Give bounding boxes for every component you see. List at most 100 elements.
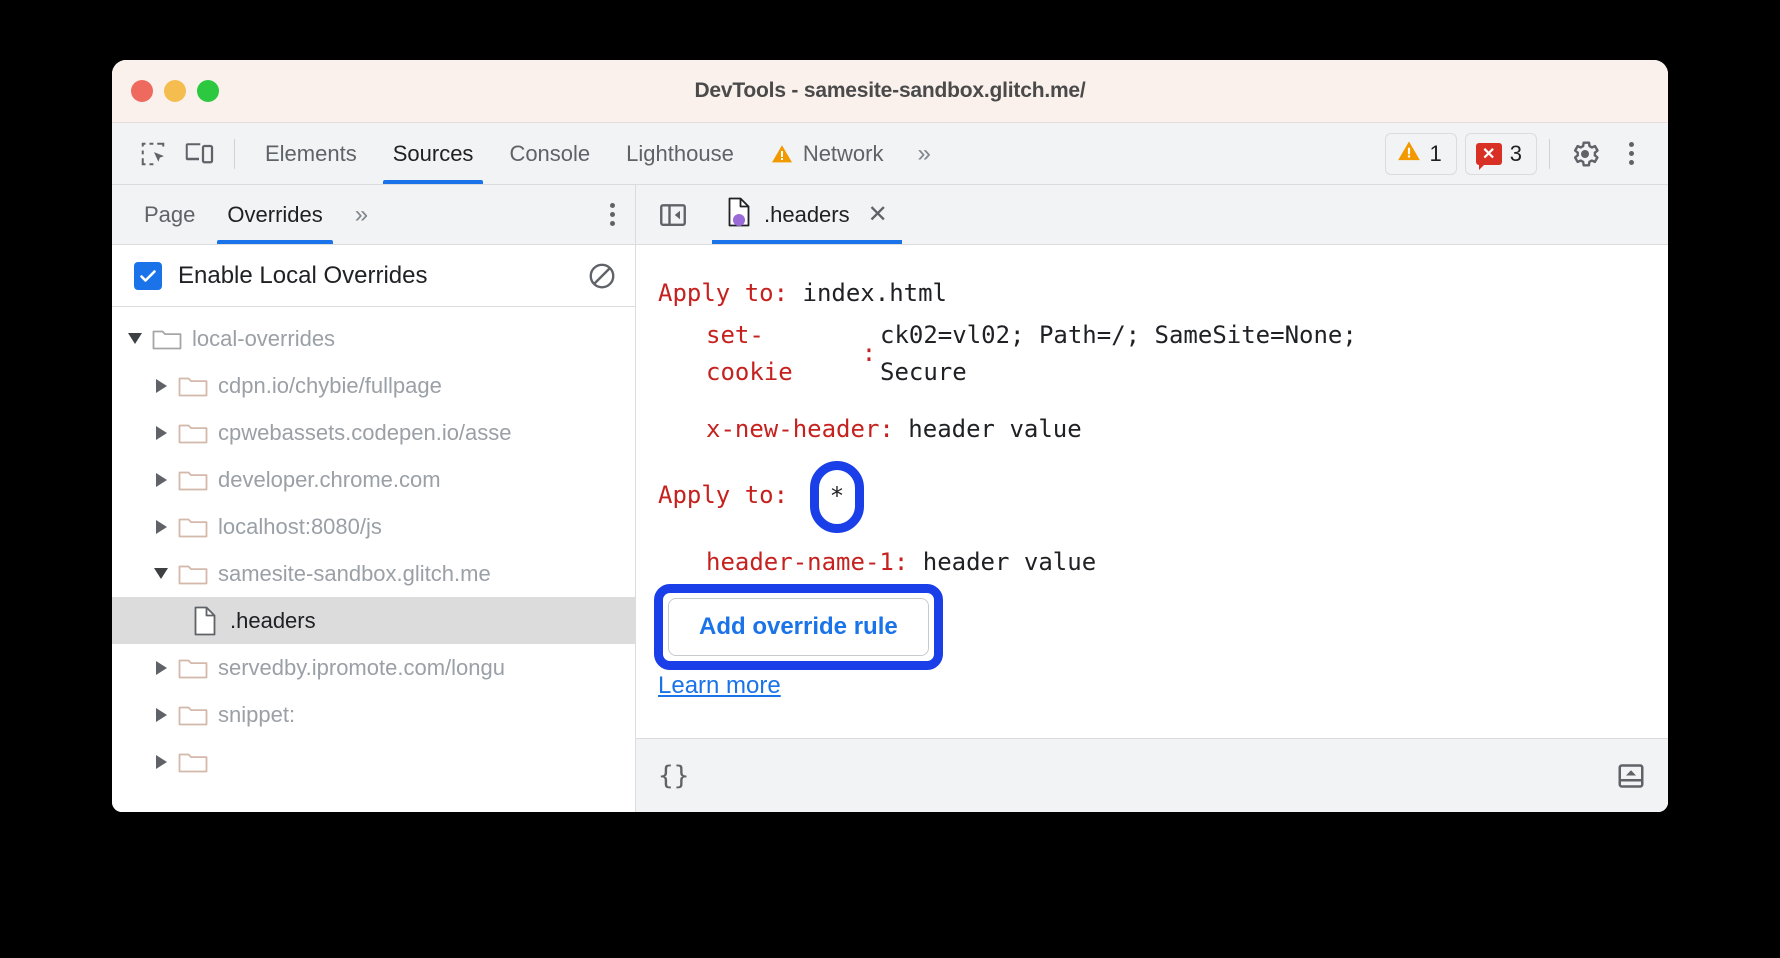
tab-sources[interactable]: Sources — [375, 123, 492, 184]
header-name-cell[interactable]: set- cookie — [706, 317, 858, 391]
header-value[interactable]: header value — [923, 548, 1096, 576]
tree-item-label: servedby.ipromote.com/longu — [218, 655, 505, 681]
header-row-set-cookie[interactable]: set- cookie : ck02=vl02; Path=/; SameSit… — [706, 317, 1668, 391]
kebab-menu-icon[interactable] — [1608, 131, 1654, 177]
tree-item-servedby-ipromote[interactable]: servedby.ipromote.com/longu — [112, 644, 635, 691]
folder-icon — [178, 467, 208, 493]
navigator-kebab-menu-icon[interactable] — [589, 192, 635, 238]
warning-count-label: 1 — [1430, 141, 1442, 167]
tree-item-label: developer.chrome.com — [218, 467, 441, 493]
tree-item-partial[interactable] — [112, 738, 635, 785]
header-name-line-2: cookie — [706, 354, 858, 391]
header-value-line-1: ck02=vl02; Path=/; SameSite=None; — [880, 317, 1668, 354]
devtools-main-toolbar: Elements Sources Console Lighthouse — [112, 123, 1668, 185]
toolbar-divider — [234, 139, 235, 169]
navigator-tab-strip: Page Overrides » — [112, 185, 635, 245]
apply-to-2-wrapper: Apply to: * — [658, 473, 788, 519]
toolbar-divider-2 — [1549, 139, 1550, 169]
chevron-right-icon[interactable] — [148, 708, 174, 722]
file-with-override-dot-icon — [726, 197, 752, 233]
add-override-rule-button[interactable]: Add override rule — [668, 598, 929, 656]
folder-icon — [178, 702, 208, 728]
header-value-cell[interactable]: ck02=vl02; Path=/; SameSite=None; Secure — [880, 317, 1668, 391]
editor-tab-headers[interactable]: .headers ✕ — [712, 185, 902, 244]
tree-item-label: .headers — [230, 608, 316, 634]
chevron-right-icon[interactable] — [148, 520, 174, 534]
collapse-sidebar-icon[interactable] — [650, 192, 696, 238]
tree-item-label: samesite-sandbox.glitch.me — [218, 561, 491, 587]
chevron-right-icon[interactable] — [148, 473, 174, 487]
header-row-x-new-header[interactable]: x-new-header: header value — [706, 407, 1668, 453]
inspect-element-icon[interactable] — [130, 133, 176, 175]
header-name: header-name-1 — [706, 548, 894, 576]
tree-item-local-overrides[interactable]: local-overrides — [112, 315, 635, 362]
tree-item-label: local-overrides — [192, 326, 335, 352]
warning-count-chip[interactable]: 1 — [1385, 133, 1457, 175]
add-override-rule-wrapper: Add override rule — [668, 598, 929, 656]
show-drawer-icon[interactable] — [1616, 761, 1646, 791]
tab-elements[interactable]: Elements — [247, 123, 375, 184]
tree-item-label: snippet: — [218, 702, 295, 728]
tree-item-snippet[interactable]: snippet: — [112, 691, 635, 738]
more-navigator-tabs-chevron-icon[interactable]: » — [339, 201, 381, 229]
more-panels-chevron-icon[interactable]: » — [902, 140, 944, 168]
folder-icon — [178, 514, 208, 540]
error-count-label: 3 — [1510, 141, 1522, 167]
clear-configuration-icon[interactable] — [587, 261, 617, 291]
apply-to-label-1: Apply to — [658, 279, 774, 307]
tree-item-cpwebassets[interactable]: cpwebassets.codepen.io/asse — [112, 409, 635, 456]
screenshot-backdrop: DevTools - samesite-sandbox.glitch.me/ E… — [0, 0, 1780, 958]
tab-network[interactable]: Network — [752, 123, 902, 184]
enable-local-overrides-checkbox[interactable] — [134, 262, 162, 290]
headers-editor-pane: .headers ✕ Apply to: index.html set- — [636, 185, 1668, 812]
tree-item-label: cpwebassets.codepen.io/asse — [218, 420, 512, 446]
error-x-icon: ✕ — [1476, 143, 1502, 165]
folder-icon — [152, 326, 182, 352]
tab-lighthouse-label: Lighthouse — [626, 141, 734, 167]
apply-to-row-2[interactable]: Apply to: * — [658, 473, 1668, 519]
error-count-chip[interactable]: ✕ 3 — [1465, 133, 1537, 175]
file-icon — [192, 606, 218, 636]
chevron-down-icon[interactable] — [122, 333, 148, 344]
header-name: x-new-header — [706, 415, 879, 443]
learn-more-link[interactable]: Learn more — [658, 672, 781, 700]
chevron-right-icon[interactable] — [148, 379, 174, 393]
header-value[interactable]: header value — [908, 415, 1081, 443]
tree-item-cdpn-io[interactable]: cdpn.io/chybie/fullpage — [112, 362, 635, 409]
close-icon[interactable]: ✕ — [868, 203, 888, 227]
header-name-line-1: set- — [706, 317, 858, 354]
overrides-file-tree: local-overrides cdpn.io/chybie/fullpage — [112, 307, 635, 812]
folder-icon — [178, 420, 208, 446]
device-toolbar-icon[interactable] — [176, 133, 222, 175]
chevron-right-icon[interactable] — [148, 661, 174, 675]
tree-item-samesite-sandbox[interactable]: samesite-sandbox.glitch.me — [112, 550, 635, 597]
apply-to-value-2[interactable]: * — [810, 461, 864, 533]
sidebar-tab-page-label: Page — [144, 202, 195, 228]
more-panels-glyph: » — [918, 140, 928, 168]
gear-icon[interactable] — [1562, 133, 1608, 175]
format-code-button[interactable]: {} — [658, 761, 689, 791]
header-row-header-name-1[interactable]: header-name-1: header value — [706, 540, 1668, 586]
sidebar-item-overrides[interactable]: Overrides — [211, 185, 338, 244]
chevron-right-icon[interactable] — [148, 755, 174, 769]
tab-elements-label: Elements — [265, 141, 357, 167]
tree-item-localhost-8080[interactable]: localhost:8080/js — [112, 503, 635, 550]
tree-item-developer-chrome-com[interactable]: developer.chrome.com — [112, 456, 635, 503]
header-value-line-2: Secure — [880, 354, 1668, 391]
folder-icon — [178, 655, 208, 681]
sources-navigator-sidebar: Page Overrides » — [112, 185, 636, 812]
apply-to-row-1[interactable]: Apply to: index.html — [658, 271, 1668, 317]
tree-item-headers-file[interactable]: .headers — [112, 597, 635, 644]
rule-1-headers: set- cookie : ck02=vl02; Path=/; SameSit… — [706, 317, 1668, 453]
sidebar-item-page[interactable]: Page — [128, 185, 211, 244]
folder-icon — [178, 749, 208, 775]
chevron-down-icon[interactable] — [148, 568, 174, 579]
apply-to-value-1[interactable]: index.html — [803, 279, 948, 307]
window-title: DevTools - samesite-sandbox.glitch.me/ — [112, 79, 1668, 103]
folder-icon — [178, 373, 208, 399]
tab-console[interactable]: Console — [491, 123, 608, 184]
window-title-bar: DevTools - samesite-sandbox.glitch.me/ — [112, 60, 1668, 123]
warning-triangle-icon — [770, 142, 794, 166]
tab-lighthouse[interactable]: Lighthouse — [608, 123, 752, 184]
chevron-right-icon[interactable] — [148, 426, 174, 440]
